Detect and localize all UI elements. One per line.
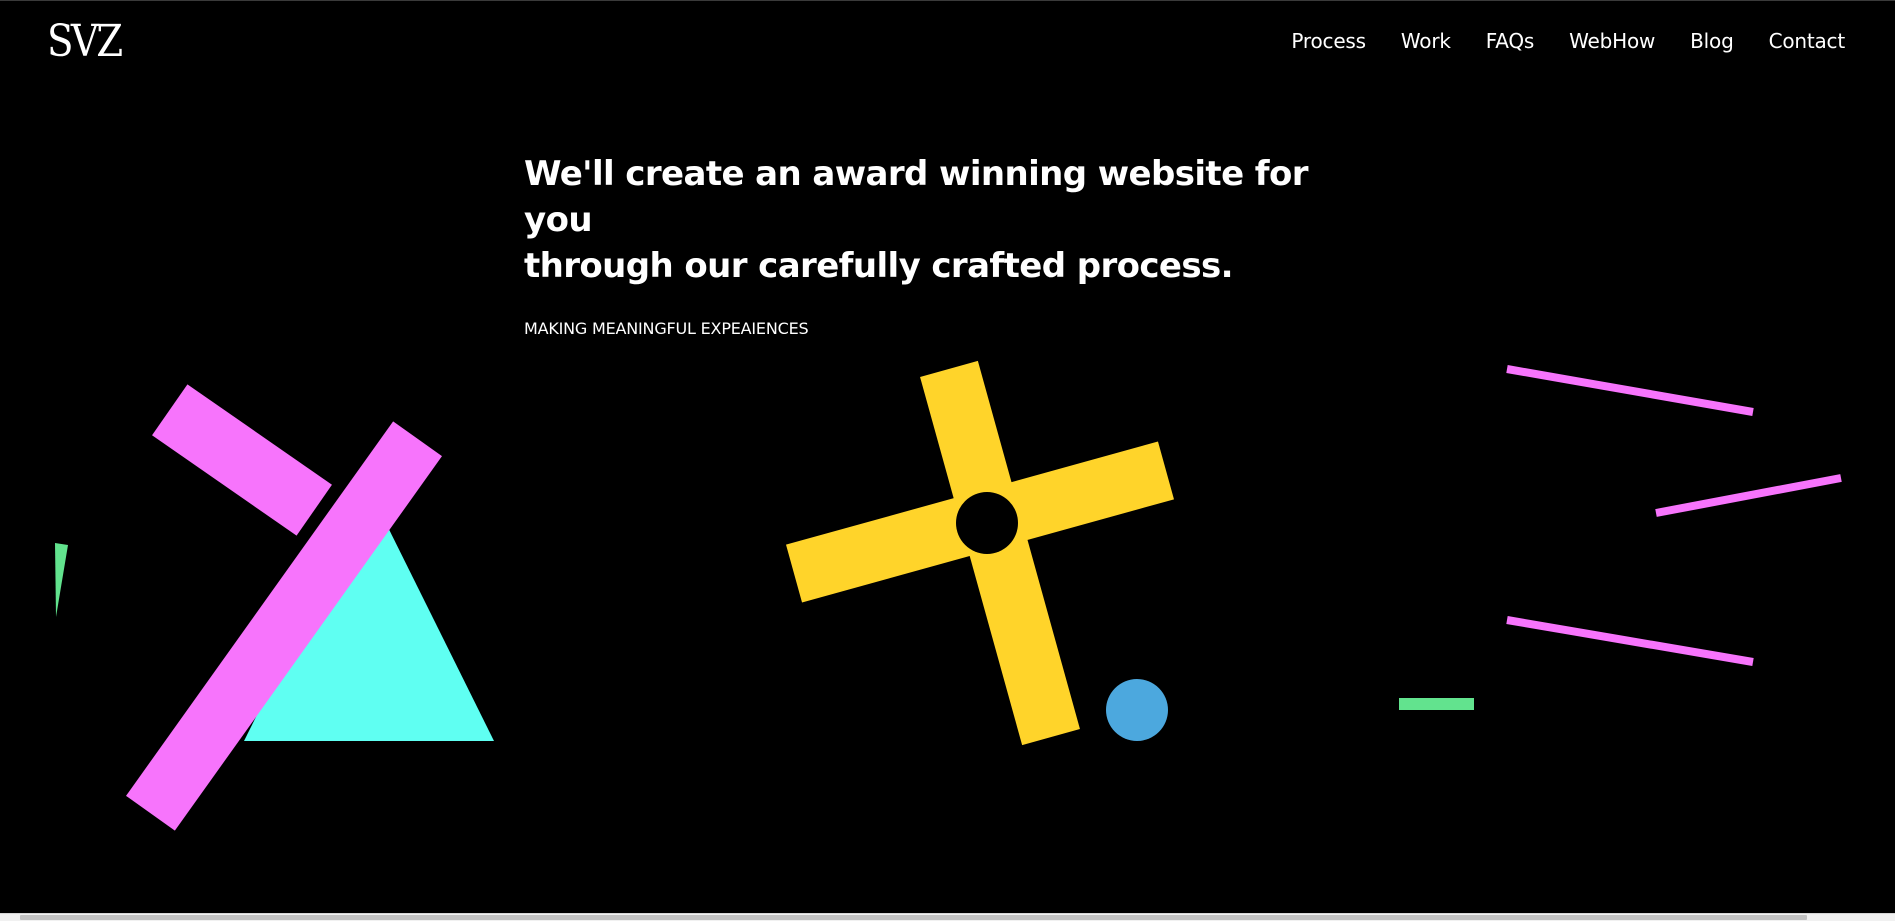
magenta-lines-shape: [1506, 365, 1842, 666]
magenta-line-middle: [1655, 474, 1842, 517]
magenta-line-top: [1506, 365, 1754, 416]
black-cross-hole: [956, 492, 1018, 554]
decorative-shapes: [55, 360, 1842, 831]
magenta-short-bar: [152, 384, 332, 536]
green-sliver-shape: [55, 543, 68, 617]
landing-page: SVZ Process Work FAQs WebHow Blog Contac…: [0, 0, 1895, 921]
green-dash-shape: [1399, 698, 1474, 710]
horizontal-scrollbar[interactable]: [0, 913, 1895, 921]
scrollbar-thumb[interactable]: [20, 915, 1807, 920]
blue-circle-shape: [1106, 679, 1168, 741]
magenta-line-bottom: [1506, 616, 1754, 666]
